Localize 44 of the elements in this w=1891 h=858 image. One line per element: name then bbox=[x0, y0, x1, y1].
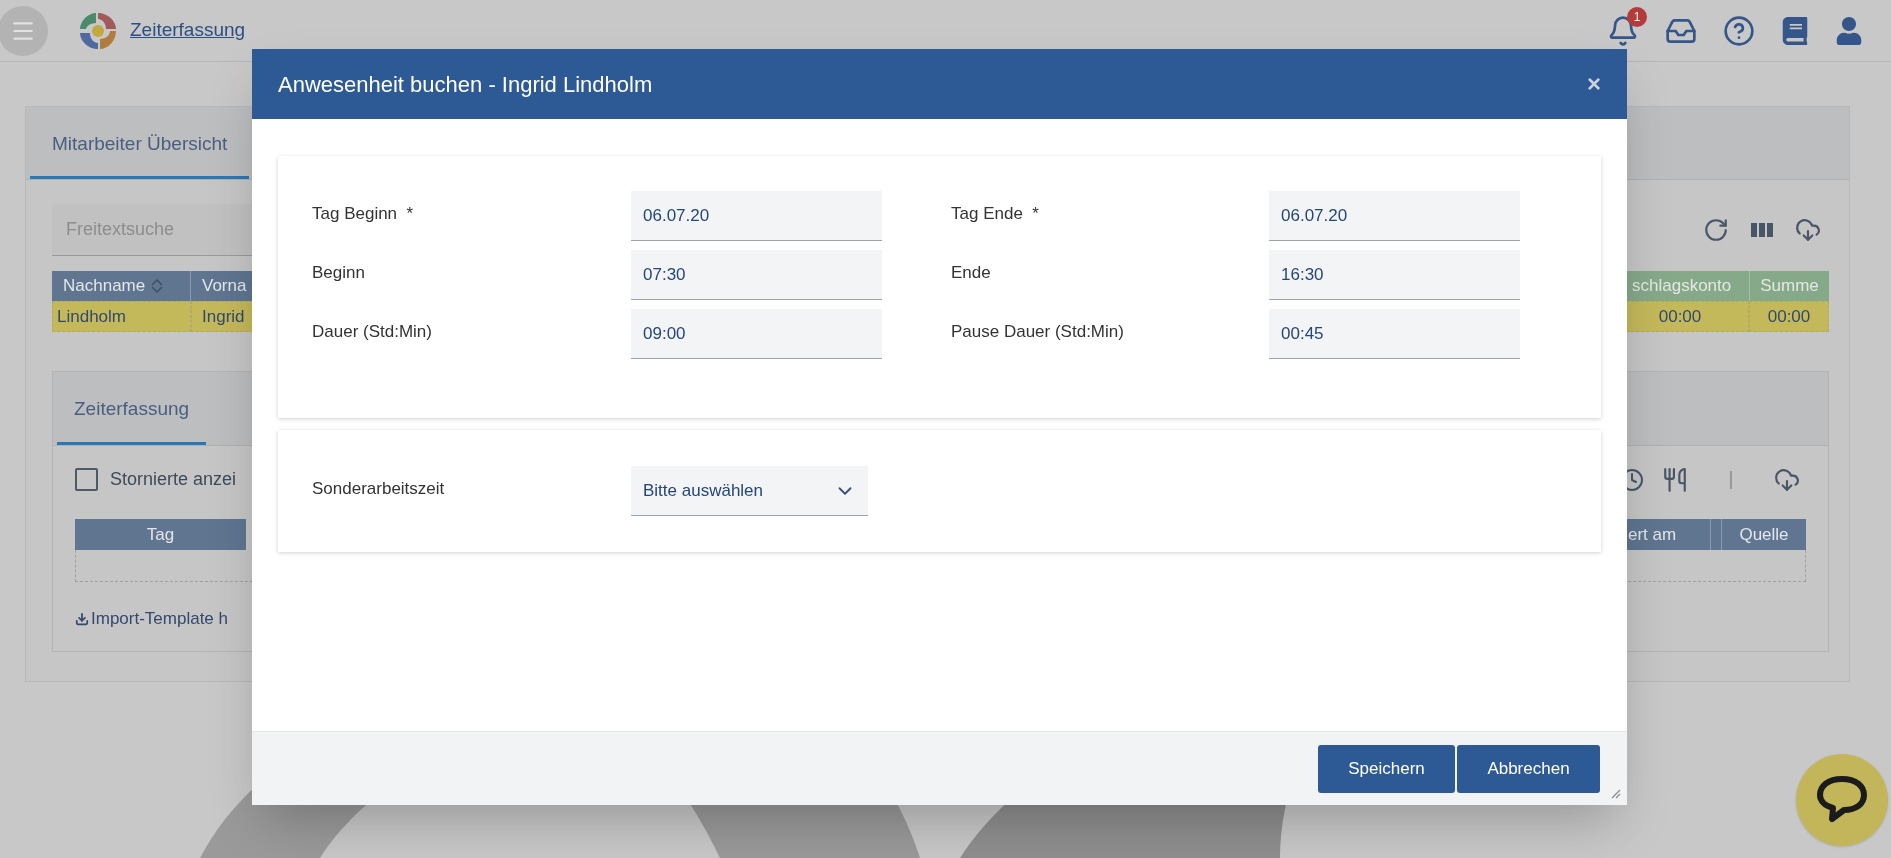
checkbox[interactable] bbox=[75, 468, 98, 491]
column-header[interactable]: Vorna bbox=[191, 271, 253, 301]
cancel-button[interactable]: Abbrechen bbox=[1457, 744, 1600, 793]
close-button[interactable]: × bbox=[1587, 72, 1601, 96]
speech-bubble-icon bbox=[1816, 775, 1868, 825]
help-icon[interactable] bbox=[1723, 14, 1755, 47]
cloud-download-icon[interactable] bbox=[1795, 217, 1821, 243]
field-label: Ende bbox=[951, 262, 991, 284]
save-button[interactable]: Speichern bbox=[1318, 744, 1455, 793]
date-time-field[interactable]: 07:30 bbox=[631, 250, 882, 300]
user-icon[interactable] bbox=[1835, 16, 1863, 45]
date-time-field[interactable]: 06.07.20 bbox=[1269, 191, 1520, 241]
column-header[interactable]: Nachname bbox=[52, 271, 191, 301]
dialog-title: Anwesenheit buchen - Ingrid Lindholm bbox=[278, 70, 653, 99]
date-time-field[interactable]: 09:00 bbox=[631, 309, 882, 359]
notification-count-badge: 1 bbox=[1627, 6, 1647, 27]
field-label: Sonderarbeitszeit bbox=[312, 478, 446, 500]
date-time-field[interactable]: 00:45 bbox=[1269, 309, 1520, 359]
download-icon bbox=[75, 611, 89, 626]
fork-knife-icon[interactable] bbox=[1662, 466, 1688, 493]
table-row[interactable]: Lindholm Ingrid bbox=[52, 301, 253, 332]
book-icon[interactable] bbox=[1781, 16, 1809, 45]
column-header[interactable]: Tag bbox=[75, 519, 246, 550]
refresh-icon[interactable] bbox=[1703, 217, 1729, 243]
import-template-link[interactable]: Import-Template h bbox=[75, 606, 1806, 632]
field-label: Tag Ende * bbox=[951, 203, 1039, 225]
column-header[interactable]: Quelle bbox=[1722, 519, 1806, 550]
special-time-select[interactable]: Bitte auswählen bbox=[631, 466, 868, 516]
cloud-download-icon[interactable] bbox=[1774, 466, 1800, 493]
notification-bell-icon[interactable] bbox=[1607, 14, 1639, 47]
table-cell: 00:00 bbox=[1749, 301, 1829, 332]
app-title-link[interactable]: Zeiterfassung bbox=[130, 16, 246, 45]
checkbox-label: Stornierte anzei bbox=[110, 468, 237, 491]
field-label: Pause Dauer (Std:Min) bbox=[951, 321, 1124, 343]
columns-icon[interactable] bbox=[1751, 221, 1773, 239]
resize-handle-icon[interactable] bbox=[1611, 789, 1621, 799]
field-label: Dauer (Std:Min) bbox=[312, 321, 432, 343]
time-tracking-tab[interactable]: Zeiterfassung bbox=[57, 371, 207, 445]
table-cell: Lindholm bbox=[52, 301, 191, 332]
overview-tab[interactable]: Mitarbeiter Übersicht bbox=[30, 106, 250, 179]
date-time-field[interactable]: 16:30 bbox=[1269, 250, 1520, 300]
field-label: Beginn bbox=[312, 262, 365, 284]
date-time-field[interactable]: 06.07.20 bbox=[631, 191, 882, 241]
field-label: Tag Beginn * bbox=[312, 203, 414, 225]
